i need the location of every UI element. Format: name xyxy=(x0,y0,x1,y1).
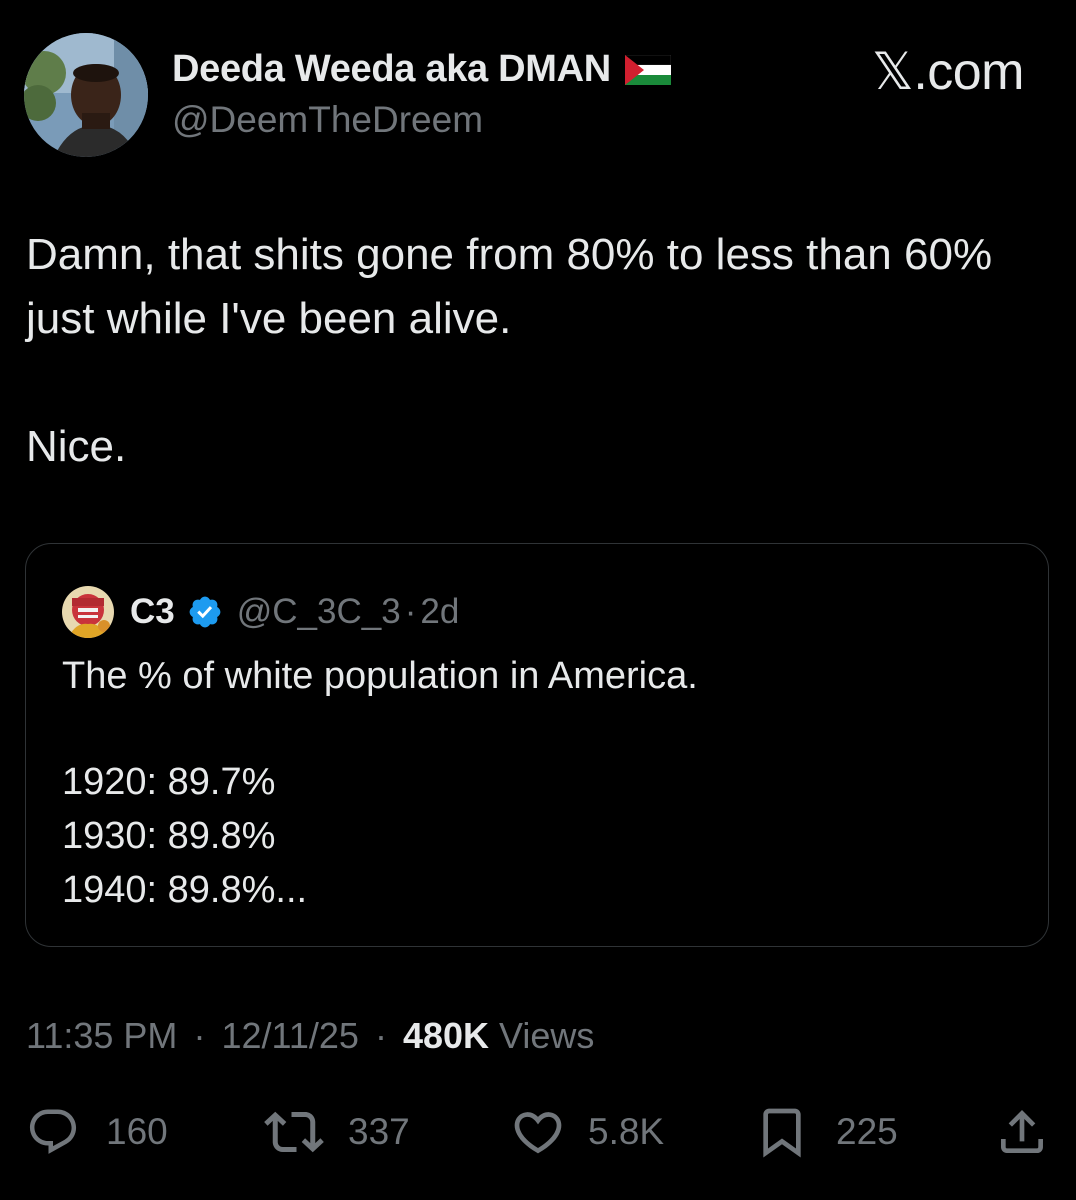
tweet-paragraph: Nice. xyxy=(26,422,127,471)
tweet-text: Damn, that shits gone from 80% to less t… xyxy=(26,223,1046,479)
quoted-data-line: 1930: 89.8% xyxy=(62,815,276,857)
x-com-watermark: 𝕏.com xyxy=(871,43,1025,101)
tweet-metadata: 11:35 PM · 12/11/25 · 480K Views xyxy=(26,1015,594,1057)
quoted-tweet-age: 2d xyxy=(420,592,460,631)
like-count: 5.8K xyxy=(588,1111,665,1152)
quoted-text-line: The % of white population in America. xyxy=(62,655,698,697)
quoted-author-avatar[interactable] xyxy=(62,586,114,638)
quoted-tweet-text: The % of white population in America. 19… xyxy=(62,649,698,917)
quoted-tweet-header: C3 @C_3C_3 · 2d xyxy=(130,586,459,638)
author-display-name[interactable]: Deeda Weeda aka DMAN xyxy=(172,48,671,91)
author-avatar[interactable] xyxy=(24,33,148,157)
reply-button[interactable]: 160 xyxy=(26,1100,168,1164)
tweet-paragraph: Damn, that shits gone from 80% to less t… xyxy=(26,230,993,343)
tweet-time[interactable]: 11:35 PM xyxy=(26,1015,177,1056)
bookmark-button[interactable]: 225 xyxy=(754,1100,898,1164)
tweet-date[interactable]: 12/11/25 xyxy=(221,1015,358,1056)
like-button[interactable]: 5.8K xyxy=(510,1100,664,1164)
quoted-tweet-card[interactable]: C3 @C_3C_3 · 2d The % of white populatio… xyxy=(25,543,1049,947)
palestine-flag-icon xyxy=(624,54,671,85)
bookmark-count: 225 xyxy=(836,1111,898,1152)
quoted-avatar-image xyxy=(62,586,114,638)
bookmark-icon xyxy=(763,1108,801,1158)
author-avatar-image xyxy=(24,33,148,157)
verified-badge-icon xyxy=(189,596,221,628)
views-label: Views xyxy=(499,1015,595,1056)
repost-count: 337 xyxy=(348,1111,410,1152)
heart-icon xyxy=(514,1112,562,1154)
author-handle[interactable]: @DeemTheDreem xyxy=(172,99,483,141)
views-count: 480K xyxy=(402,1015,490,1056)
reply-count: 160 xyxy=(106,1111,168,1152)
quoted-meta-separator: · xyxy=(404,592,417,631)
repost-button[interactable]: 337 xyxy=(264,1100,410,1164)
action-bar: 160 337 5.8K 225 xyxy=(0,1100,1076,1164)
quoted-author-handle[interactable]: @C_3C_3 xyxy=(237,592,401,632)
quoted-author-name[interactable]: C3 xyxy=(130,592,175,632)
quoted-data-line: 1940: 89.8%... xyxy=(62,869,308,911)
meta-separator: · xyxy=(193,1015,206,1056)
meta-separator: · xyxy=(374,1015,387,1056)
reply-icon xyxy=(29,1109,77,1154)
share-icon xyxy=(1001,1110,1043,1153)
author-name-text: Deeda Weeda aka DMAN xyxy=(172,48,611,90)
quoted-data-line: 1920: 89.7% xyxy=(62,761,276,803)
share-button[interactable] xyxy=(994,1100,1050,1164)
repost-icon xyxy=(264,1111,324,1153)
